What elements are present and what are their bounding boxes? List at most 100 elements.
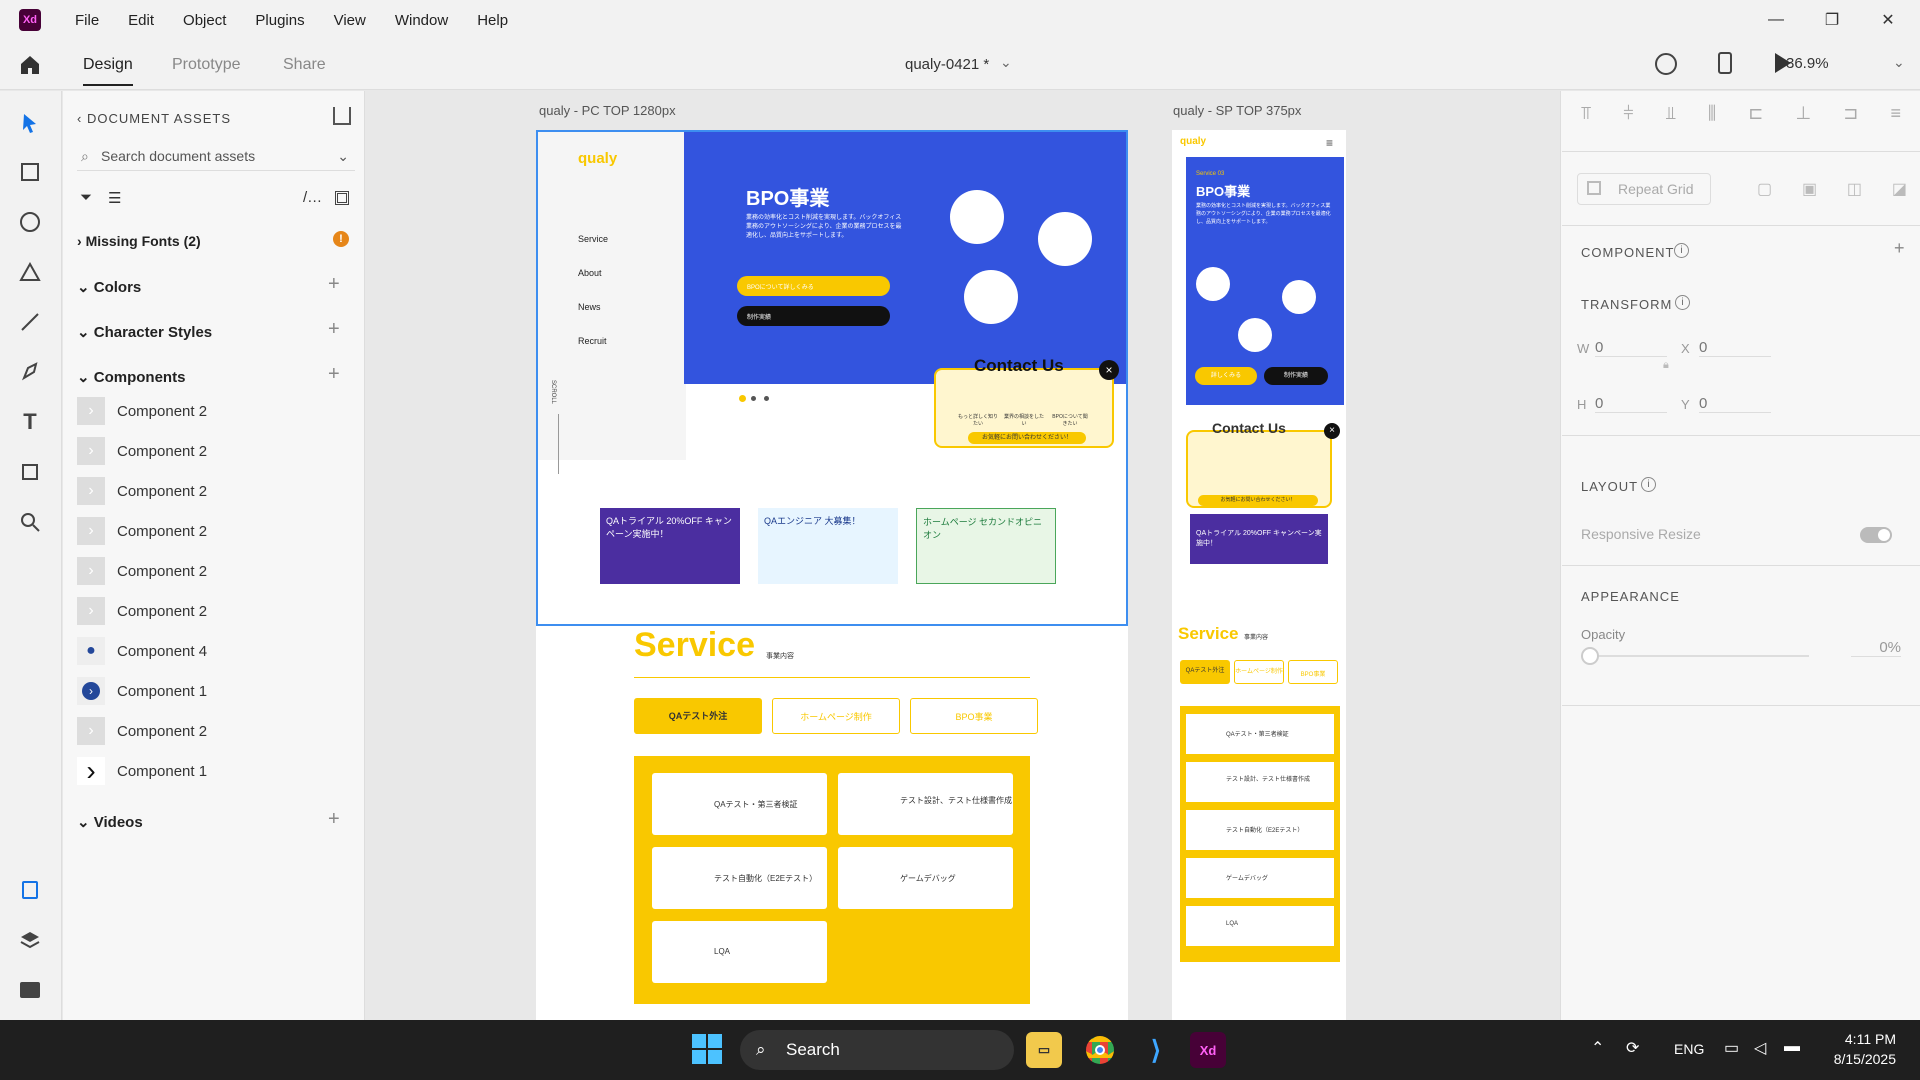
slider-dot-active[interactable] (739, 395, 746, 402)
zoom-tool-icon[interactable] (17, 509, 43, 535)
mobile-preview-icon[interactable] (1718, 52, 1732, 74)
contact-item[interactable]: BPOについて聞きたい (1050, 413, 1090, 427)
boolean-intersect-icon[interactable]: ◫ (1847, 179, 1862, 199)
component-item[interactable]: › Component 2 (77, 516, 207, 546)
artboard-label-pc[interactable]: qualy - PC TOP 1280px (539, 103, 676, 118)
line-tool-icon[interactable] (17, 309, 43, 335)
menu-object[interactable]: Object (183, 12, 226, 29)
menu-help[interactable]: Help (477, 12, 508, 29)
artboard-label-sp[interactable]: qualy - SP TOP 375px (1173, 103, 1301, 118)
component-item[interactable]: › Component 2 (77, 436, 207, 466)
nav-service[interactable]: Service (578, 234, 608, 244)
sp-service-item[interactable]: テスト自動化（E2Eテスト） (1186, 810, 1334, 850)
x-field[interactable]: 0 (1699, 339, 1771, 357)
grid-view-icon[interactable] (335, 191, 349, 205)
close-window-icon[interactable]: ✕ (1860, 0, 1916, 40)
sp-service-tab-bpo[interactable]: BPO事業 (1288, 660, 1338, 684)
assets-header[interactable]: ‹ DOCUMENT ASSETS (77, 111, 231, 126)
distribute-icon[interactable]: ⫼ (1708, 103, 1716, 127)
plugins-icon[interactable] (17, 977, 43, 1003)
section-colors[interactable]: ⌄ Colors (77, 278, 141, 296)
sp-service-tab-qa[interactable]: QAテスト外注 (1180, 660, 1230, 684)
close-icon[interactable]: × (1099, 360, 1119, 380)
document-title[interactable]: qualy-0421 * (905, 56, 989, 73)
component-item[interactable]: › Component 2 (77, 596, 207, 626)
nav-about[interactable]: About (578, 268, 602, 278)
banner-qa-engineer[interactable]: QAエンジニア 大募集！ (758, 508, 898, 584)
service-item[interactable]: LQA (652, 921, 827, 983)
add-component-button[interactable]: + (328, 363, 340, 386)
sync-icon[interactable]: ⟳ (1626, 1038, 1639, 1058)
service-item[interactable]: テスト設計、テスト仕様書作成 (838, 773, 1013, 835)
search-input[interactable]: ⌕ Search document assets ⌄ (77, 141, 355, 171)
menu-plugins[interactable]: Plugins (255, 12, 304, 29)
height-field[interactable]: 0 (1595, 395, 1667, 413)
component-item[interactable]: › Component 2 (77, 556, 207, 586)
menu-edit[interactable]: Edit (128, 12, 154, 29)
slider-dot[interactable] (751, 396, 756, 401)
opacity-field[interactable]: 0% (1851, 639, 1901, 657)
boolean-add-icon[interactable]: ▢ (1757, 179, 1772, 199)
contact-cta[interactable]: お気軽にお問い合わせください！ (968, 432, 1086, 444)
boolean-subtract-icon[interactable]: ▣ (1802, 179, 1817, 199)
width-field[interactable]: 0 (1595, 339, 1667, 357)
responsive-resize-toggle[interactable] (1860, 527, 1892, 543)
sp-service-item[interactable]: テスト設計、テスト仕様書作成 (1186, 762, 1334, 802)
section-videos[interactable]: ⌄ Videos (77, 813, 143, 831)
service-tab-bpo[interactable]: BPO事業 (910, 698, 1038, 734)
contact-item[interactable]: 業界の相談をしたい (1004, 413, 1044, 427)
text-tool-icon[interactable]: T (17, 409, 43, 435)
layers-icon[interactable] (17, 927, 43, 953)
sp-service-item[interactable]: ゲームデバッグ (1186, 858, 1334, 898)
chevron-down-icon[interactable]: ⌄ (1000, 54, 1012, 71)
component-item[interactable]: › Component 2 (77, 716, 207, 746)
sort-icon[interactable]: ☰ (108, 189, 121, 207)
menu-window[interactable]: Window (395, 12, 448, 29)
chrome-icon[interactable] (1082, 1032, 1118, 1068)
service-item[interactable]: テスト自動化（E2Eテスト） (652, 847, 827, 909)
missing-fonts-row[interactable]: › Missing Fonts (2) (77, 233, 201, 249)
sp-contact-cta[interactable]: お気軽にお問い合わせください！ (1198, 495, 1318, 506)
hamburger-icon[interactable]: ≡ (1326, 136, 1333, 150)
taskbar-search[interactable]: ⌕ Search (740, 1030, 1014, 1070)
section-character-styles[interactable]: ⌄ Character Styles (77, 323, 212, 341)
tray-chevron-icon[interactable]: ⌃ (1591, 1038, 1604, 1058)
opacity-slider-handle[interactable] (1581, 647, 1599, 665)
component-item[interactable]: › Component 1 (77, 676, 207, 706)
component-item[interactable]: › Component 1 (77, 755, 207, 786)
ellipse-tool-icon[interactable] (17, 209, 43, 235)
nav-recruit[interactable]: Recruit (578, 336, 607, 346)
sp-service-item[interactable]: LQA (1186, 906, 1334, 946)
sp-close-icon[interactable]: × (1324, 423, 1340, 439)
export-icon[interactable] (333, 107, 351, 125)
restore-icon[interactable]: ❐ (1804, 0, 1860, 40)
sp-hero-button-primary[interactable]: 詳しくみる (1195, 367, 1257, 385)
component-item[interactable]: ● Component 4 (77, 636, 207, 666)
info-icon[interactable]: i (1674, 243, 1689, 258)
add-character-style-button[interactable]: + (328, 318, 340, 341)
info-icon[interactable]: i (1675, 295, 1690, 310)
align-toolbar[interactable]: ⫪ ⫩ ⫫ ⫼ ⊏ ⊥ ⊐ ≡ (1581, 103, 1901, 127)
contact-item[interactable]: もっと詳しく知りたい (958, 413, 998, 427)
select-tool-icon[interactable] (17, 110, 43, 136)
lock-aspect-icon[interactable]: 🔒︎ (1663, 359, 1669, 372)
add-video-button[interactable]: + (328, 808, 340, 831)
tab-design[interactable]: Design (83, 56, 133, 86)
hero-button-secondary[interactable]: 制作実績 (737, 306, 890, 326)
banner-second-opinion[interactable]: ホームページ セカンドオピニオン (916, 508, 1056, 584)
nav-news[interactable]: News (578, 302, 601, 312)
tab-prototype[interactable]: Prototype (172, 56, 240, 74)
component-item[interactable]: › Component 2 (77, 396, 207, 426)
minimize-icon[interactable]: — (1748, 0, 1804, 40)
service-item[interactable]: QAテスト・第三者検証 (652, 773, 827, 835)
language-indicator[interactable]: ENG (1674, 1041, 1704, 1057)
pen-tool-icon[interactable] (17, 359, 43, 385)
align-bottom-icon[interactable]: ⫫ (1666, 103, 1676, 127)
back-chevron-icon[interactable]: ‹ (77, 111, 87, 126)
section-components[interactable]: ⌄ Components (77, 368, 185, 386)
vscode-icon[interactable]: ⟩ (1138, 1032, 1174, 1068)
adobe-xd-icon[interactable]: Xd (1190, 1032, 1226, 1068)
sp-hero-button-secondary[interactable]: 制作実績 (1264, 367, 1328, 385)
banner-qa-trial[interactable]: QAトライアル 20%OFF キャンペーン実施中！ (600, 508, 740, 584)
battery-icon[interactable]: ▬ (1784, 1038, 1800, 1056)
